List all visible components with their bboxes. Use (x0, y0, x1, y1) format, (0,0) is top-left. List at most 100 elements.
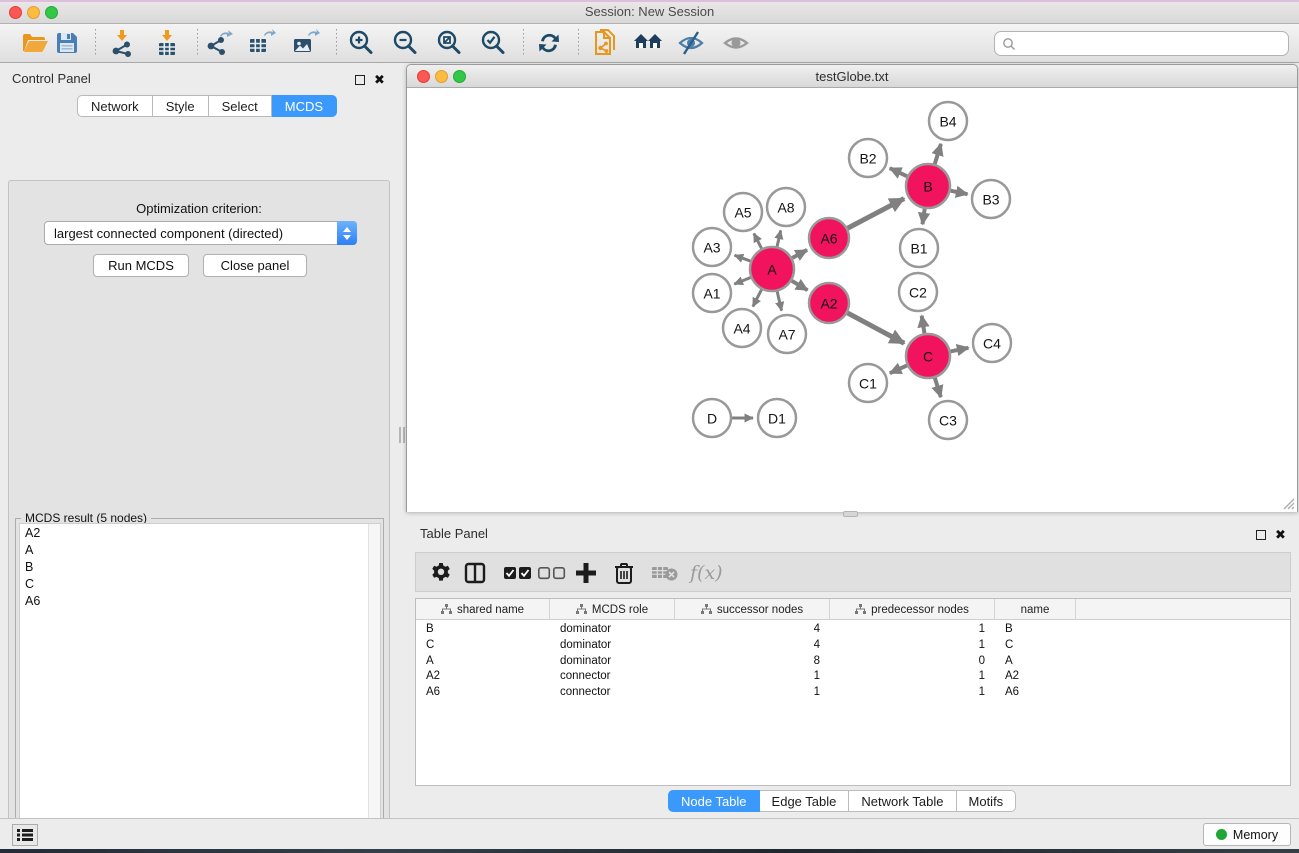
table-cell[interactable]: 1 (830, 638, 995, 654)
table-row[interactable]: A2connector11A2 (416, 669, 1290, 685)
graph-edge-A-A7[interactable] (777, 291, 781, 310)
table-tab-edge-table[interactable]: Edge Table (760, 790, 850, 812)
column-header-predecessor-nodes[interactable]: predecessor nodes (830, 599, 995, 620)
graph-edge-B-B4[interactable] (935, 144, 941, 164)
graph-node-D1[interactable]: D1 (758, 399, 796, 437)
search-box[interactable] (994, 31, 1289, 56)
mcds-result-item[interactable]: A (20, 541, 380, 558)
table-cell[interactable]: 1 (830, 685, 995, 701)
table-cell[interactable]: 4 (675, 638, 830, 654)
graph-edge-B-B3[interactable] (951, 191, 968, 195)
graph-node-A7[interactable]: A7 (768, 315, 806, 353)
close-table-panel-icon[interactable]: ✖ (1275, 527, 1286, 543)
mcds-result-item[interactable]: A2 (20, 524, 380, 541)
result-scrollbar[interactable] (368, 524, 380, 853)
export-table-icon[interactable] (245, 29, 277, 57)
save-session-icon[interactable] (51, 29, 83, 57)
column-layout-icon[interactable] (464, 559, 486, 587)
graph-edge-A2-C[interactable] (848, 313, 905, 343)
control-tab-select[interactable]: Select (209, 95, 272, 117)
graph-node-A6[interactable]: A6 (809, 218, 849, 258)
control-tab-network[interactable]: Network (77, 95, 153, 117)
table-cell[interactable]: dominator (550, 654, 675, 670)
network-view-window[interactable]: testGlobe.txt B4B2BB3A5A8A6B1A3AC2A1A2A4… (406, 64, 1298, 512)
graph-edge-A-A4[interactable] (753, 290, 762, 307)
graph-node-A8[interactable]: A8 (767, 188, 805, 226)
table-cell[interactable]: A2 (416, 669, 550, 685)
network-window-titlebar[interactable]: testGlobe.txt (407, 65, 1297, 88)
table-cell[interactable]: 1 (830, 669, 995, 685)
graph-edge-A6-B[interactable] (848, 199, 905, 229)
zoom-out-icon[interactable] (389, 29, 421, 57)
memory-button[interactable]: Memory (1203, 823, 1291, 846)
table-cell[interactable]: 4 (675, 622, 830, 638)
select-all-checkboxes-icon[interactable] (504, 559, 532, 587)
graph-node-B3[interactable]: B3 (972, 180, 1010, 218)
run-mcds-button[interactable]: Run MCDS (93, 254, 189, 277)
float-panel-icon[interactable] (355, 75, 365, 85)
table-settings-gear-icon[interactable] (430, 559, 452, 587)
column-header-MCDS-role[interactable]: MCDS role (550, 599, 675, 620)
table-cell[interactable]: A6 (995, 685, 1076, 701)
criterion-dropdown[interactable]: largest connected component (directed) (44, 221, 357, 245)
new-network-from-selection-icon[interactable] (589, 29, 621, 57)
graph-edge-A-A2[interactable] (792, 281, 808, 290)
table-cell[interactable]: 1 (675, 685, 830, 701)
first-neighbors-home-icon[interactable] (632, 29, 664, 57)
hide-selected-eye-icon[interactable] (675, 29, 707, 57)
delete-table-icon[interactable] (652, 559, 678, 587)
open-file-icon[interactable] (19, 29, 51, 57)
graph-node-A4[interactable]: A4 (723, 309, 761, 347)
node-table[interactable]: shared nameMCDS rolesuccessor nodesprede… (415, 598, 1291, 786)
mcds-result-item[interactable]: B (20, 558, 380, 575)
table-cell[interactable]: connector (550, 669, 675, 685)
graph-edge-A-A8[interactable] (777, 230, 781, 246)
export-network-icon[interactable] (202, 29, 234, 57)
zoom-in-icon[interactable] (345, 29, 377, 57)
graph-node-C3[interactable]: C3 (929, 401, 967, 439)
graph-node-A5[interactable]: A5 (724, 193, 762, 231)
column-header-successor-nodes[interactable]: successor nodes (675, 599, 830, 620)
graph-node-B1[interactable]: B1 (900, 229, 938, 267)
refresh-icon[interactable] (533, 29, 565, 57)
table-cell[interactable]: dominator (550, 622, 675, 638)
table-tab-motifs[interactable]: Motifs (957, 790, 1017, 812)
mcds-result-list[interactable]: A2ABCA6 (19, 523, 381, 853)
graph-node-B4[interactable]: B4 (929, 102, 967, 140)
table-tab-network-table[interactable]: Network Table (849, 790, 956, 812)
table-cell[interactable]: 0 (830, 654, 995, 670)
table-cell[interactable]: 8 (675, 654, 830, 670)
table-row[interactable]: Bdominator41B (416, 622, 1290, 638)
table-cell[interactable]: A2 (995, 669, 1076, 685)
mcds-result-item[interactable]: A6 (20, 592, 380, 609)
export-image-icon[interactable] (289, 29, 321, 57)
search-input[interactable] (1021, 34, 1281, 53)
graph-node-B[interactable]: B (906, 164, 950, 208)
close-panel-icon[interactable]: ✖ (374, 72, 385, 88)
graph-node-D[interactable]: D (693, 399, 731, 437)
mcds-result-item[interactable]: C (20, 575, 380, 592)
graph-edge-A-A3[interactable] (735, 255, 751, 261)
graph-node-C4[interactable]: C4 (973, 324, 1011, 362)
table-row[interactable]: Adominator80A (416, 654, 1290, 670)
column-header-name[interactable]: name (995, 599, 1076, 620)
close-panel-button[interactable]: Close panel (203, 254, 307, 277)
graph-node-A3[interactable]: A3 (693, 228, 731, 266)
graph-node-A2[interactable]: A2 (809, 283, 849, 323)
table-cell[interactable]: connector (550, 685, 675, 701)
table-cell[interactable]: 1 (675, 669, 830, 685)
network-canvas[interactable]: B4B2BB3A5A8A6B1A3AC2A1A2A4A7C4CC1C3DD1 (407, 88, 1297, 512)
table-cell[interactable]: C (416, 638, 550, 654)
table-cell[interactable]: A (416, 654, 550, 670)
control-tab-mcds[interactable]: MCDS (272, 95, 337, 117)
table-cell[interactable]: A6 (416, 685, 550, 701)
table-row[interactable]: A6connector11A6 (416, 685, 1290, 701)
graph-edge-A-A5[interactable] (754, 233, 762, 248)
graph-node-A[interactable]: A (750, 247, 794, 291)
horizontal-splitter-grip[interactable] (843, 511, 858, 517)
table-cell[interactable]: 1 (830, 622, 995, 638)
table-cell[interactable]: dominator (550, 638, 675, 654)
control-tab-style[interactable]: Style (153, 95, 209, 117)
import-table-icon[interactable] (151, 29, 183, 57)
graph-edge-A-A6[interactable] (792, 250, 807, 258)
